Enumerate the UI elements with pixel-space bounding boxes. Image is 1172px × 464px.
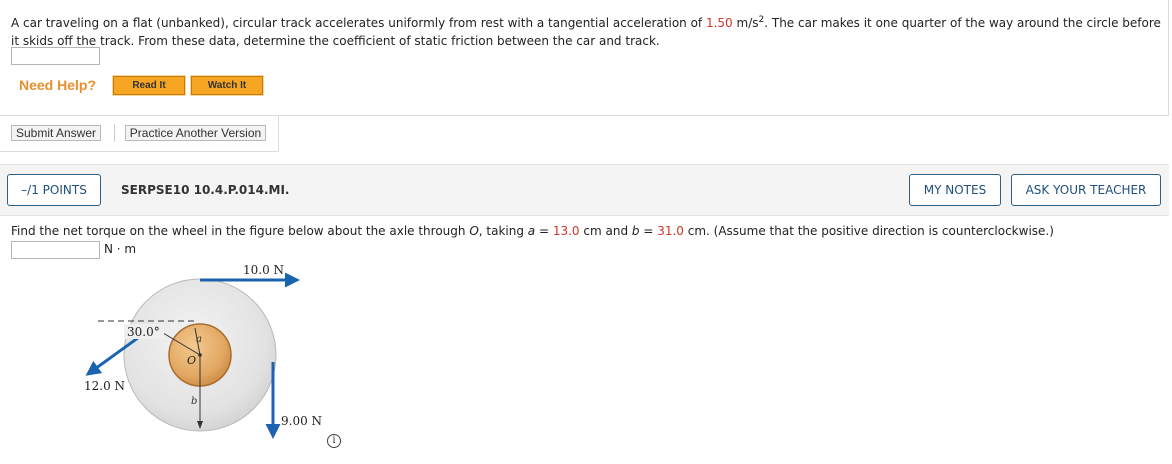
b-label: b [191, 396, 197, 407]
read-it-button[interactable]: Read It [112, 75, 186, 96]
force-right-label: 9.00 N [281, 414, 322, 428]
force-top-label: 10.0 N [243, 263, 284, 277]
acceleration-value: 1.50 [705, 16, 733, 30]
question-1-panel: A car traveling on a flat (unbanked), ci… [0, 0, 1169, 116]
question-code: SERPSE10 10.4.P.014.MI. [121, 183, 290, 197]
axle-point [198, 353, 202, 357]
question-2-text: Find the net torque on the wheel in the … [11, 224, 1054, 238]
practice-another-version-button[interactable]: Practice Another Version [125, 125, 266, 141]
a-value: 13.0 [552, 224, 580, 238]
b-value: 31.0 [657, 224, 684, 238]
need-help-label: Need Help? [19, 77, 97, 93]
torque-unit-label: N · m [104, 242, 137, 256]
wheel-figure: 10.0 N 30.0° 12.0 N 9.00 N a O b [84, 263, 322, 439]
ask-your-teacher-button[interactable]: ASK YOUR TEACHER [1011, 174, 1161, 206]
my-notes-button[interactable]: MY NOTES [909, 174, 1001, 206]
o-label: O [187, 354, 196, 367]
submit-answer-button[interactable]: Submit Answer [11, 125, 101, 141]
question-1-text: A car traveling on a flat (unbanked), ci… [11, 15, 1161, 48]
watch-it-button[interactable]: Watch It [190, 75, 264, 96]
question-1-answer-input[interactable] [11, 47, 100, 65]
force-left-label: 12.0 N [84, 379, 125, 393]
info-icon[interactable]: i [327, 434, 341, 448]
points-button[interactable]: –/1 POINTS [7, 174, 101, 206]
angle-label: 30.0° [127, 325, 160, 339]
button-divider [114, 124, 115, 142]
a-label: a [196, 334, 202, 345]
axle-symbol: O [469, 224, 479, 238]
